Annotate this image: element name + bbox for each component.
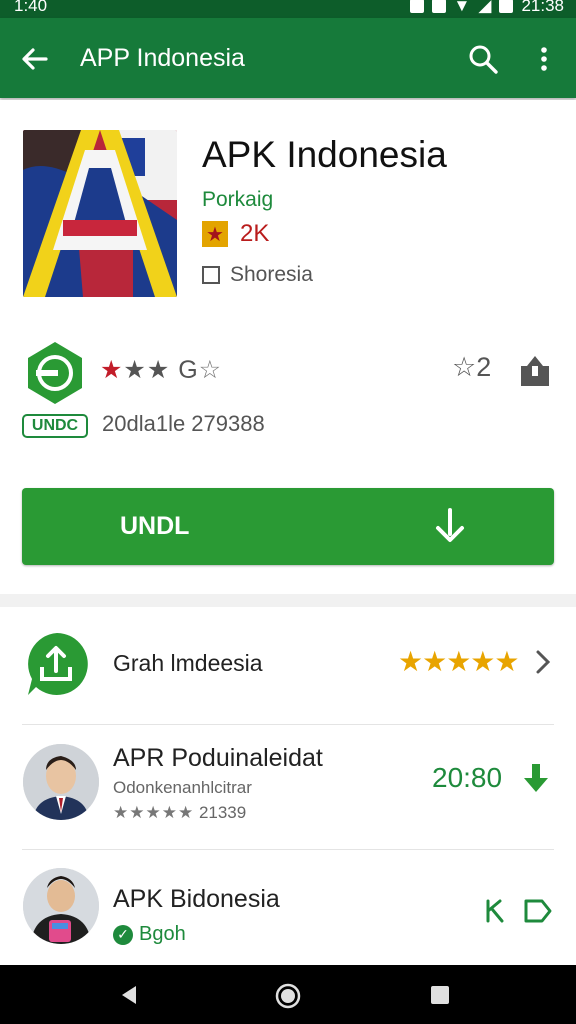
list-item-subtitle: Bgoh xyxy=(139,923,186,945)
app-title: APK Indonesia xyxy=(202,134,447,175)
download-icon xyxy=(436,508,464,542)
app-badge-icon xyxy=(28,342,82,404)
install-label: UNDL xyxy=(120,512,190,540)
list-item-title: APR Poduinaleidat xyxy=(113,744,323,772)
rating-glyph: G xyxy=(178,356,199,384)
avatar xyxy=(23,868,99,944)
developer-link[interactable]: Porkaig xyxy=(202,188,273,212)
content-rating-row: ★ 2K xyxy=(202,220,269,248)
app-bar: APP Indonesia xyxy=(0,18,576,98)
search-icon[interactable] xyxy=(466,42,500,76)
sim-icon xyxy=(409,0,424,13)
more-vert-icon[interactable] xyxy=(532,42,556,76)
app-details-card: APK Indonesia Porkaig ★ 2K Shoresia ★★★ … xyxy=(0,100,576,594)
app-icon xyxy=(23,130,177,297)
message-icon[interactable] xyxy=(522,897,552,925)
star-outline-icon: ☆ xyxy=(198,356,223,384)
list-item-stars: ★★★★★ xyxy=(398,646,520,677)
category-label: Shoresia xyxy=(230,263,313,286)
nav-recents-icon[interactable] xyxy=(430,985,450,1005)
star-icon: ★ xyxy=(100,356,124,384)
signal-icon: ◢ xyxy=(478,0,492,15)
chevron-right-icon xyxy=(536,650,551,674)
avatar xyxy=(23,744,99,820)
list-item-title: Grah lmdeesia xyxy=(113,650,263,676)
star-icon: ★★ xyxy=(123,356,171,384)
list-item-count: 21339 xyxy=(198,803,247,822)
category-row: Shoresia xyxy=(202,263,313,287)
wishlist-button[interactable]: ☆ 2 xyxy=(452,352,491,383)
system-nav-bar xyxy=(0,965,576,1024)
list-item[interactable]: Grah lmdeesia ★★★★★ xyxy=(0,607,576,725)
rating-badge-icon: ★ xyxy=(202,221,228,247)
share-icon[interactable] xyxy=(517,352,553,388)
sync-icon[interactable] xyxy=(482,897,510,925)
download-icon[interactable] xyxy=(520,762,552,796)
related-list: Grah lmdeesia ★★★★★ APR Poduinaleidat Od… xyxy=(0,607,576,965)
battery-icon xyxy=(499,0,514,13)
status-time: 1:40 xyxy=(14,0,48,15)
notification-icon xyxy=(431,0,446,13)
checkbox-icon xyxy=(202,266,220,284)
arrow-left-icon[interactable] xyxy=(18,42,52,76)
verified-icon: ✓ xyxy=(113,924,133,945)
list-item-subtitle: Odonkenanhlcitrar xyxy=(113,778,252,797)
nav-back-icon[interactable] xyxy=(118,984,140,1006)
nav-home-icon[interactable] xyxy=(275,983,301,1009)
list-item-stars: ★★★★★ xyxy=(113,803,195,822)
list-item-price: 20:80 xyxy=(432,762,503,793)
rating-stars: ★★★ G☆ xyxy=(100,355,222,385)
list-item-title: APK Bidonesia xyxy=(113,885,280,913)
list-item-subtitle-row: ✓ Bgoh xyxy=(113,923,186,946)
upload-icon xyxy=(28,633,88,695)
list-item-meta: ★★★★★ 21339 xyxy=(113,803,246,823)
status-clock: 21:38 xyxy=(521,0,564,15)
stat-badge: UNDC xyxy=(22,414,88,438)
wifi-icon: ▼ xyxy=(453,0,471,15)
star-outline-icon: ☆ xyxy=(452,352,477,382)
downloads-text: 20dla1le 279388 xyxy=(102,411,265,436)
app-bar-title: APP Indonesia xyxy=(80,44,245,72)
status-icons: ▼ ◢ 21:38 xyxy=(409,0,564,16)
content-rating-text: 2K xyxy=(240,220,270,247)
status-bar: 1:40 ▼ ◢ 21:38 xyxy=(0,0,576,18)
install-button[interactable]: UNDL xyxy=(22,488,554,565)
wishlist-count: 2 xyxy=(476,352,492,382)
